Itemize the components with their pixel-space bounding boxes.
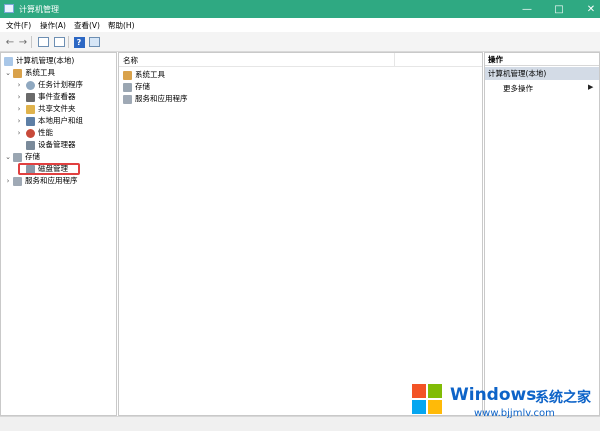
chevron-right-icon[interactable]: › xyxy=(15,115,23,127)
list-item-label: 服务和应用程序 xyxy=(135,94,188,103)
list-item-label: 存储 xyxy=(135,82,150,91)
device-manager-icon xyxy=(26,141,35,150)
logo-quadrant xyxy=(412,384,426,398)
watermark-brand: Windows xyxy=(450,385,537,405)
chevron-down-icon[interactable]: ⌄ xyxy=(4,67,12,79)
chevron-right-icon[interactable]: › xyxy=(15,79,23,91)
tree-item-computer-management-root[interactable]: 计算机管理(本地) xyxy=(1,55,116,67)
tree-item-label: 服务和应用程序 xyxy=(25,176,78,185)
toolbar-separator xyxy=(68,36,69,48)
column-header-name: 名称 xyxy=(123,56,138,65)
watermark: Windows 系统之家 www.bjjmlv.com xyxy=(412,380,600,426)
tree-item-label: 共享文件夹 xyxy=(38,104,76,113)
tree-item-label: 本地用户和组 xyxy=(38,116,83,125)
list-item-storage[interactable]: 存储 xyxy=(123,81,243,93)
back-arrow-icon: ← xyxy=(5,36,15,48)
list-item-services-applications[interactable]: 服务和应用程序 xyxy=(123,93,243,105)
tree-item-label: 存储 xyxy=(25,152,40,161)
actions-pane: 操作 计算机管理(本地) 更多操作 ▶ xyxy=(484,52,600,416)
logo-quadrant xyxy=(428,384,442,398)
window-title: 计算机管理 xyxy=(19,5,59,14)
tree-item-label: 任务计划程序 xyxy=(38,80,83,89)
actions-title: 操作 xyxy=(485,53,599,66)
toolbar: ← → ? xyxy=(0,32,600,52)
close-button[interactable]: ✕ xyxy=(573,0,600,18)
results-pane: 名称 系统工具 存储 服务和应用程序 xyxy=(118,52,483,416)
tree-item-label: 计算机管理(本地) xyxy=(16,56,75,65)
menu-action[interactable]: 操作(A) xyxy=(40,20,66,31)
tree-item-performance[interactable]: › 性能 xyxy=(1,127,116,139)
tree-item-label: 系统工具 xyxy=(25,68,55,77)
forward-arrow-icon: → xyxy=(18,36,28,48)
list-item-label: 系统工具 xyxy=(135,70,165,79)
help-button[interactable]: ? xyxy=(73,36,85,48)
tree-item-storage[interactable]: ⌄ 存储 xyxy=(1,151,116,163)
services-applications-icon xyxy=(123,95,132,104)
help-icon: ? xyxy=(73,36,85,48)
submenu-arrow-icon: ▶ xyxy=(588,83,594,91)
list-item-system-tools[interactable]: 系统工具 xyxy=(123,69,243,81)
column-header[interactable]: 名称 xyxy=(119,53,482,67)
storage-icon xyxy=(13,153,22,162)
storage-icon xyxy=(123,83,132,92)
menu-file[interactable]: 文件(F) xyxy=(6,20,31,31)
computer-management-icon xyxy=(4,57,13,66)
performance-icon xyxy=(26,129,35,138)
computer-management-app-icon xyxy=(4,4,14,13)
chevron-right-icon[interactable]: › xyxy=(4,175,12,187)
chevron-right-icon[interactable]: › xyxy=(15,103,23,115)
more-actions-link[interactable]: 更多操作 xyxy=(503,83,533,94)
windows-logo-icon xyxy=(412,384,442,414)
users-icon xyxy=(26,117,35,126)
tree-item-local-users-groups[interactable]: › 本地用户和组 xyxy=(1,115,116,127)
chevron-right-icon[interactable]: › xyxy=(15,127,23,139)
action-pane-icon xyxy=(88,37,100,47)
watermark-url: www.bjjmlv.com xyxy=(474,408,555,419)
watermark-subtitle: 系统之家 xyxy=(535,390,591,406)
disk-management-highlight-box xyxy=(18,163,80,175)
show-action-pane-button[interactable] xyxy=(88,36,100,48)
shared-folders-icon xyxy=(26,105,35,114)
chevron-down-icon[interactable]: ⌄ xyxy=(4,151,12,163)
toolbar-separator xyxy=(31,36,32,48)
menu-bar: 文件(F) 操作(A) 查看(V) 帮助(H) xyxy=(0,18,600,32)
task-scheduler-icon xyxy=(26,81,35,90)
event-viewer-icon xyxy=(26,93,35,102)
menu-view[interactable]: 查看(V) xyxy=(74,20,100,31)
tree-item-event-viewer[interactable]: › 事件查看器 xyxy=(1,91,116,103)
system-tools-icon xyxy=(123,71,132,80)
tree-item-system-tools[interactable]: ⌄ 系统工具 xyxy=(1,67,116,79)
back-button[interactable]: ← xyxy=(4,36,16,48)
menu-help[interactable]: 帮助(H) xyxy=(108,20,135,31)
system-tools-icon xyxy=(13,69,22,78)
logo-quadrant xyxy=(428,400,442,414)
console-tree: 计算机管理(本地) ⌄ 系统工具 › 任务计划程序 › 事件查看器 › 共享文件… xyxy=(0,52,117,416)
tree-item-task-scheduler[interactable]: › 任务计划程序 xyxy=(1,79,116,91)
export-list-icon xyxy=(53,37,65,47)
services-applications-icon xyxy=(13,177,22,186)
tree-item-label: 设备管理器 xyxy=(38,140,76,149)
actions-selected-item[interactable]: 计算机管理(本地) xyxy=(485,67,599,80)
minimize-button[interactable]: — xyxy=(509,0,545,18)
tree-item-device-manager[interactable]: 设备管理器 xyxy=(1,139,116,151)
console-tree-icon xyxy=(37,37,49,47)
tree-item-shared-folders[interactable]: › 共享文件夹 xyxy=(1,103,116,115)
chevron-right-icon[interactable]: › xyxy=(15,91,23,103)
tree-item-label: 性能 xyxy=(38,128,53,137)
show-hide-console-tree-button[interactable] xyxy=(37,36,49,48)
title-bar: 计算机管理 — □ ✕ xyxy=(0,0,600,18)
maximize-button[interactable]: □ xyxy=(541,0,577,18)
logo-quadrant xyxy=(412,400,426,414)
forward-button[interactable]: → xyxy=(17,36,29,48)
tree-item-services-applications[interactable]: › 服务和应用程序 xyxy=(1,175,116,187)
export-list-button[interactable] xyxy=(53,36,65,48)
tree-item-label: 事件查看器 xyxy=(38,92,76,101)
column-divider[interactable] xyxy=(394,53,395,67)
